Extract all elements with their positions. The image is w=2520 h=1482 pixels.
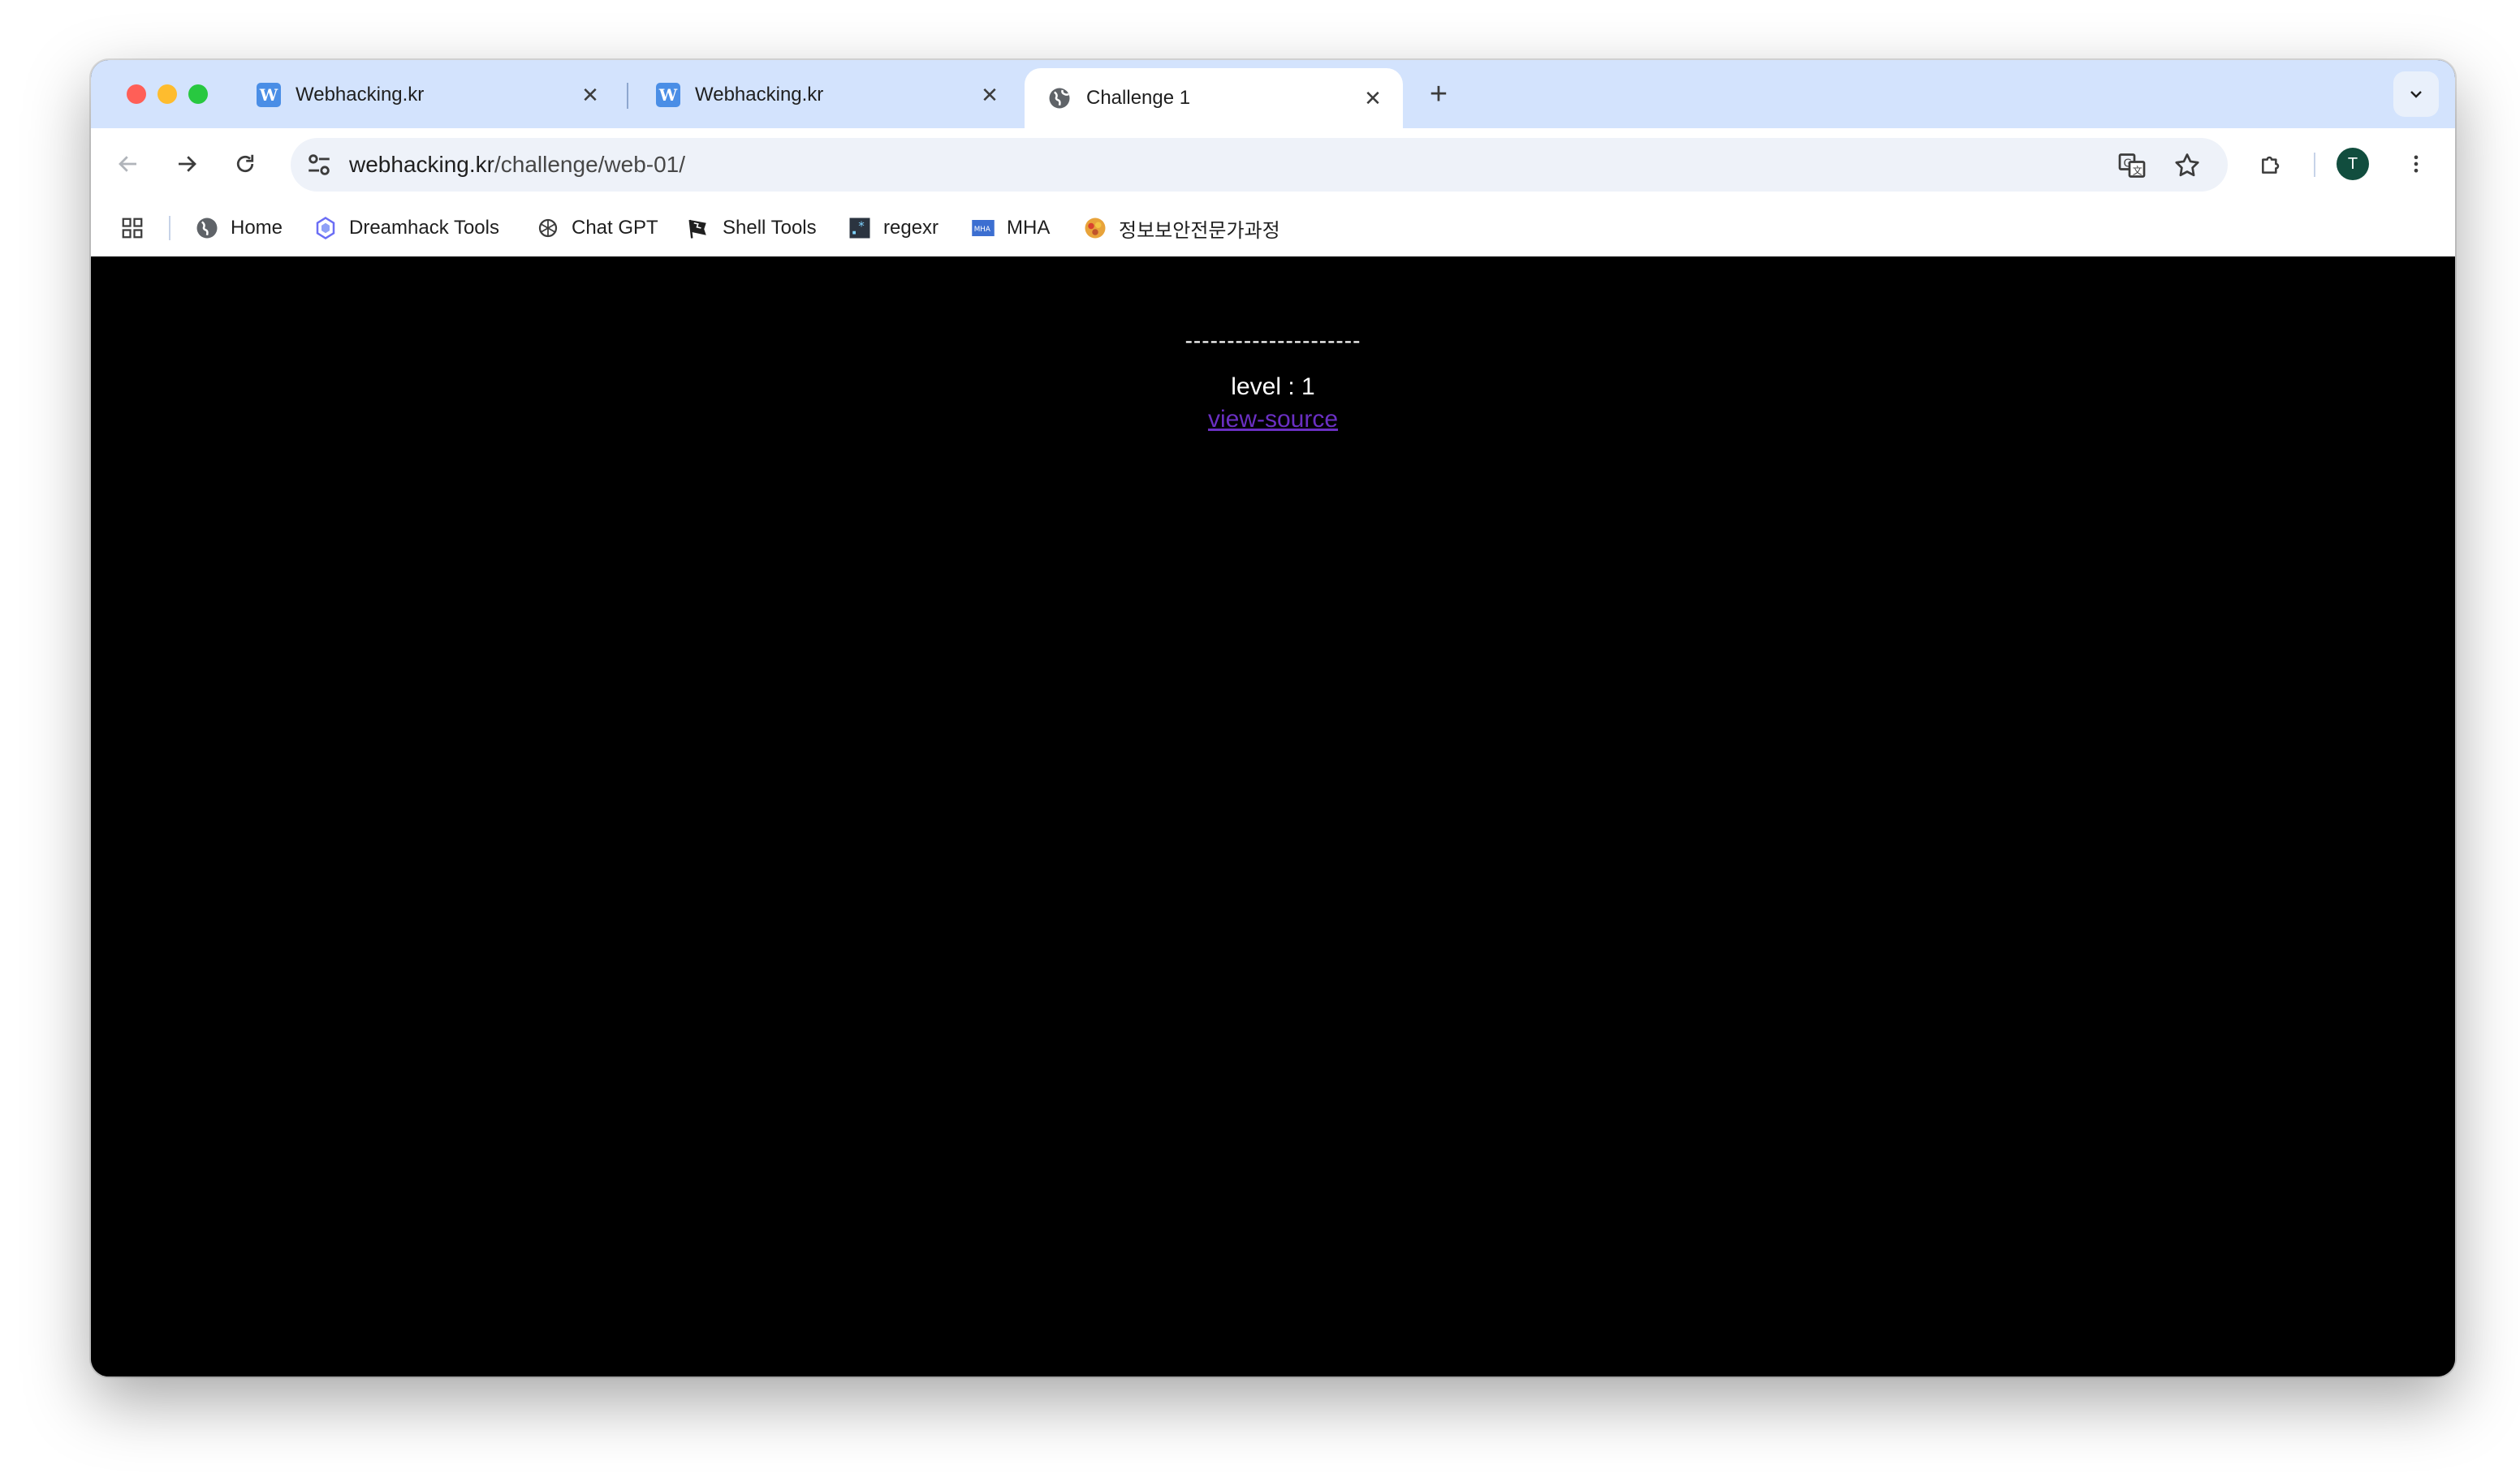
bookmark-dreamhack-tools[interactable]: Dreamhack Tools bbox=[313, 214, 499, 242]
dash-separator: --------------------- bbox=[1184, 328, 1361, 353]
bookmark-label: Home bbox=[231, 217, 283, 239]
url-text[interactable]: webhacking.kr/challenge/web-01/ bbox=[349, 138, 685, 192]
apps-grid-icon bbox=[122, 218, 143, 239]
bookmark-label: Dreamhack Tools bbox=[349, 217, 499, 239]
flag-icon bbox=[688, 219, 706, 239]
reload-icon bbox=[236, 154, 254, 173]
bookmark-label: MHA bbox=[1007, 217, 1051, 239]
tab-challenge-1[interactable]: Challenge 1 ✕ bbox=[1025, 68, 1403, 128]
bookmark-shell-tools[interactable]: Shell Tools bbox=[687, 214, 817, 242]
chevron-down-icon bbox=[2410, 91, 2422, 98]
forward-button[interactable] bbox=[167, 144, 206, 183]
level-text: level : 1 bbox=[1231, 373, 1315, 400]
close-tab-icon[interactable]: ✕ bbox=[578, 83, 602, 108]
menu-button[interactable] bbox=[2397, 144, 2436, 183]
tab-title: Webhacking.kr bbox=[296, 84, 425, 106]
globe-icon bbox=[196, 218, 218, 239]
apps-button[interactable] bbox=[120, 214, 145, 242]
translate-icon[interactable]: G 文 bbox=[2117, 151, 2147, 180]
badge-icon bbox=[1085, 218, 1106, 239]
webhacking-favicon-icon: W bbox=[257, 83, 281, 107]
toolbar: webhacking.kr/challenge/web-01/ G 文 T bbox=[91, 128, 2455, 200]
tab-webhacking-1[interactable]: W Webhacking.kr ✕ bbox=[234, 68, 620, 122]
site-info-icon[interactable] bbox=[305, 151, 333, 179]
bookmark-label: 정보보안전문가과정 bbox=[1119, 219, 1280, 242]
view-source-container: view-source bbox=[91, 406, 2455, 433]
tab-webhacking-2[interactable]: W Webhacking.kr ✕ bbox=[633, 68, 1020, 122]
globe-icon bbox=[1049, 88, 1070, 109]
puzzle-icon bbox=[2262, 156, 2280, 174]
tab-separator bbox=[627, 83, 628, 109]
url-path: /challenge/web-01/ bbox=[494, 152, 686, 177]
bookmark-chat-gpt[interactable]: Chat GPT bbox=[536, 214, 658, 242]
tab-strip: W Webhacking.kr ✕ W Webhacking.kr ✕ Chal… bbox=[91, 60, 2455, 128]
tab-search-button[interactable] bbox=[2393, 71, 2439, 117]
svg-text:*: * bbox=[858, 219, 865, 234]
bookmark-regexr[interactable]: * regexr bbox=[848, 214, 939, 242]
bookmark-home[interactable]: Home bbox=[195, 214, 283, 242]
tab-title: Challenge 1 bbox=[1086, 87, 1191, 109]
toolbar-separator bbox=[2314, 153, 2315, 177]
bookmark-label: Shell Tools bbox=[723, 217, 817, 239]
bookmarks-separator bbox=[169, 216, 170, 240]
arrow-right-icon bbox=[179, 156, 196, 172]
regexr-icon: * bbox=[849, 218, 870, 239]
close-tab-icon[interactable]: ✕ bbox=[977, 83, 1002, 108]
minimize-window-button[interactable] bbox=[158, 84, 177, 104]
view-source-link[interactable]: view-source bbox=[1208, 406, 1338, 433]
extensions-button[interactable] bbox=[2252, 144, 2291, 183]
reload-button[interactable] bbox=[226, 144, 265, 183]
dreamhack-icon bbox=[316, 217, 335, 239]
bookmark-star-icon[interactable] bbox=[2173, 151, 2202, 180]
profile-avatar[interactable]: T bbox=[2337, 148, 2369, 180]
bookmark-label: Chat GPT bbox=[572, 217, 658, 239]
bookmark-label: regexr bbox=[883, 217, 939, 239]
svg-text:MHA: MHA bbox=[974, 226, 990, 234]
close-window-button[interactable] bbox=[127, 84, 146, 104]
openai-icon bbox=[538, 218, 558, 238]
bookmark-mha[interactable]: MHA MHA bbox=[971, 214, 1050, 242]
svg-text:文: 文 bbox=[2133, 165, 2142, 177]
mha-icon: MHA bbox=[972, 220, 995, 236]
webhacking-favicon-icon: W bbox=[656, 83, 680, 107]
url-host: webhacking.kr bbox=[349, 152, 494, 177]
maximize-window-button[interactable] bbox=[188, 84, 208, 104]
tab-title: Webhacking.kr bbox=[695, 84, 824, 106]
back-button[interactable] bbox=[109, 144, 148, 183]
page-content: --------------------- level : 1 view-sou… bbox=[91, 256, 2455, 1376]
browser-window: W Webhacking.kr ✕ W Webhacking.kr ✕ Chal… bbox=[91, 60, 2455, 1376]
arrow-left-icon bbox=[119, 156, 136, 172]
bookmark-security-course[interactable]: 정보보안전문가과정 bbox=[1083, 214, 1280, 242]
more-vertical-icon bbox=[2414, 155, 2419, 173]
new-tab-button[interactable]: + bbox=[1419, 75, 1458, 114]
address-bar[interactable]: webhacking.kr/challenge/web-01/ G 文 bbox=[291, 138, 2228, 192]
close-tab-icon[interactable]: ✕ bbox=[1361, 86, 1385, 111]
bookmarks-bar: Home Dreamhack Tools Chat GPT Shell Tool… bbox=[91, 200, 2455, 257]
